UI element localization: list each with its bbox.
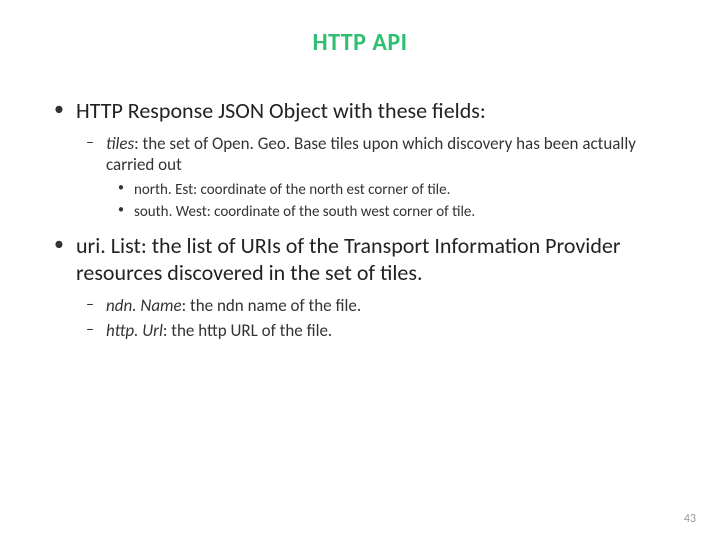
- bullet-text: south. West: coordinate of the south wes…: [134, 203, 475, 221]
- slide: HTTP API HTTP Response JSON Object with …: [0, 0, 720, 540]
- bullet-text: north. Est: coordinate of the north est …: [134, 181, 450, 199]
- bullet-text: uri. List: the list of URIs of the Trans…: [76, 232, 621, 287]
- bullet-item: HTTP Response JSON Object with these fie…: [40, 97, 680, 222]
- bullet-item: north. Est: coordinate of the north est …: [106, 181, 680, 200]
- bullet-text-italic: tiles: [106, 133, 134, 154]
- bullet-list-level-3: north. Est: coordinate of the north est …: [106, 181, 680, 222]
- bullet-list-level-1: HTTP Response JSON Object with these fie…: [40, 97, 680, 341]
- bullet-list-level-2: ndn. Name: the ndn name of the file. htt…: [76, 295, 680, 342]
- bullet-text: : the http URL of the file.: [163, 320, 332, 341]
- bullet-item: south. West: coordinate of the south wes…: [106, 203, 680, 222]
- bullet-text: HTTP Response JSON Object with these fie…: [76, 97, 486, 124]
- bullet-item: ndn. Name: the ndn name of the file.: [76, 295, 680, 316]
- bullet-item: tiles: the set of Open. Geo. Base tiles …: [76, 133, 680, 222]
- bullet-item: uri. List: the list of URIs of the Trans…: [40, 232, 680, 342]
- bullet-list-level-2: tiles: the set of Open. Geo. Base tiles …: [76, 133, 680, 222]
- bullet-item: http. Url: the http URL of the file.: [76, 320, 680, 341]
- bullet-text: : the ndn name of the file.: [182, 295, 362, 316]
- bullet-text-italic: ndn. Name: [106, 295, 182, 316]
- bullet-text: : the set of Open. Geo. Base tiles upon …: [106, 133, 636, 175]
- slide-title: HTTP API: [40, 28, 680, 57]
- bullet-text-italic: http. Url: [106, 320, 163, 341]
- slide-content: HTTP Response JSON Object with these fie…: [40, 97, 680, 341]
- page-number: 43: [684, 512, 696, 526]
